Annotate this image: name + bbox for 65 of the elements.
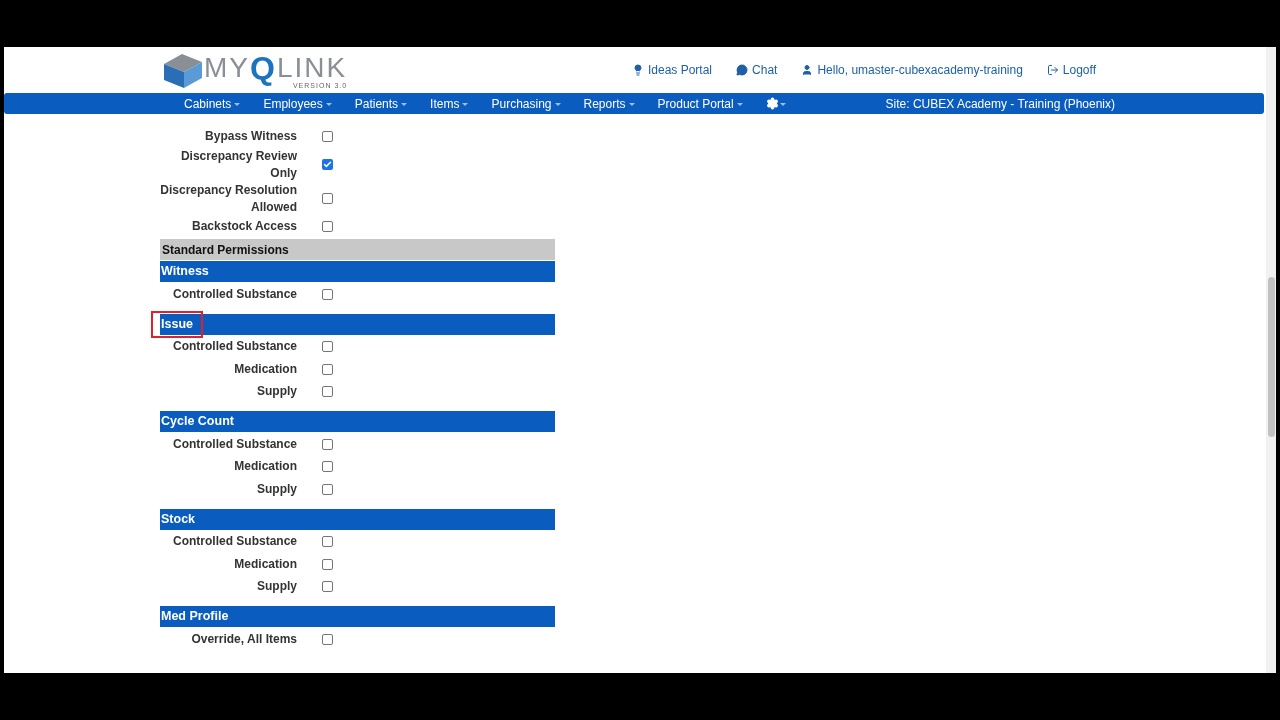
caret-icon (233, 100, 242, 107)
lightbulb-icon (632, 64, 644, 76)
header-link[interactable]: Ideas Portal (632, 61, 713, 79)
logout-icon (1046, 64, 1059, 76)
site-label: Site: CUBEX Academy - Training (Phoenix) (884, 95, 1116, 113)
checkbox[interactable] (322, 386, 333, 398)
permission-label: Override, All Items (190, 630, 297, 648)
checkbox[interactable] (322, 221, 333, 233)
nav-menu-item[interactable]: Product Portal (657, 94, 744, 113)
header-link[interactable]: Chat (736, 61, 778, 79)
section-title: Cycle Count (160, 413, 235, 431)
section-title: Stock (160, 510, 197, 528)
checkbox[interactable] (322, 130, 333, 142)
checkbox[interactable] (322, 581, 333, 593)
section-title: Issue (161, 315, 193, 333)
nav-menu-item[interactable]: Patients (354, 94, 409, 113)
checkbox[interactable] (322, 461, 333, 473)
checkbox[interactable] (322, 341, 333, 353)
permission-label: Supply (256, 578, 297, 596)
header-link[interactable]: Hello, umaster-cubexacademy-training (801, 61, 1023, 79)
caret-icon (778, 100, 787, 107)
section-title: Witness (160, 263, 210, 281)
section-header: Standard Permissions (160, 239, 555, 260)
permission-label: Supply (256, 480, 297, 498)
checkbox[interactable] (322, 193, 333, 204)
caret-icon (324, 100, 333, 107)
caret-icon (627, 100, 636, 107)
permission-label: Backstock Access (191, 218, 297, 236)
checkbox[interactable] (322, 633, 333, 645)
checkbox[interactable] (322, 536, 333, 548)
permission-label: Bypass Witness (204, 127, 297, 145)
settings-icon (765, 97, 779, 110)
permission-label: Discrepancy Resolution Allowed (160, 181, 297, 216)
permission-label: Medication (233, 360, 297, 378)
caret-icon (553, 100, 562, 107)
nav-menu-item[interactable]: Reports (583, 94, 636, 113)
nav-menu-item[interactable]: Employees (263, 94, 333, 113)
logo-text: LINK (276, 54, 348, 82)
checkbox[interactable] (322, 363, 333, 375)
user-icon (801, 64, 814, 76)
checkbox[interactable] (322, 558, 333, 570)
permission-label: Medication (233, 458, 297, 476)
scrollbar[interactable] (1266, 47, 1276, 673)
caret-icon (400, 100, 409, 107)
nav-menu-item[interactable]: Items (430, 94, 470, 113)
permission-label: Controlled Substance (172, 435, 297, 453)
section-title: Med Profile (160, 608, 230, 626)
nav-menu-item[interactable]: Purchasing (491, 94, 562, 113)
permission-label: Medication (233, 555, 297, 573)
permission-label: Discrepancy Review Only (179, 147, 297, 182)
caret-icon (735, 100, 744, 107)
checkbox[interactable] (322, 159, 333, 170)
permission-label: Controlled Substance (172, 533, 297, 551)
logo-text: MY (204, 54, 250, 82)
permission-label: Controlled Substance (172, 338, 297, 356)
settings-menu[interactable] (765, 97, 787, 110)
checkbox[interactable] (322, 288, 333, 300)
nav-menu-item[interactable]: Cabinets (184, 94, 242, 113)
header-link[interactable]: Logoff (1046, 61, 1096, 79)
checkbox[interactable] (322, 483, 333, 495)
permission-label: Supply (256, 383, 297, 401)
checkbox[interactable] (322, 438, 333, 450)
caret-icon (461, 100, 470, 107)
permission-label: Controlled Substance (172, 285, 297, 303)
chat-bubble-icon (736, 64, 749, 76)
